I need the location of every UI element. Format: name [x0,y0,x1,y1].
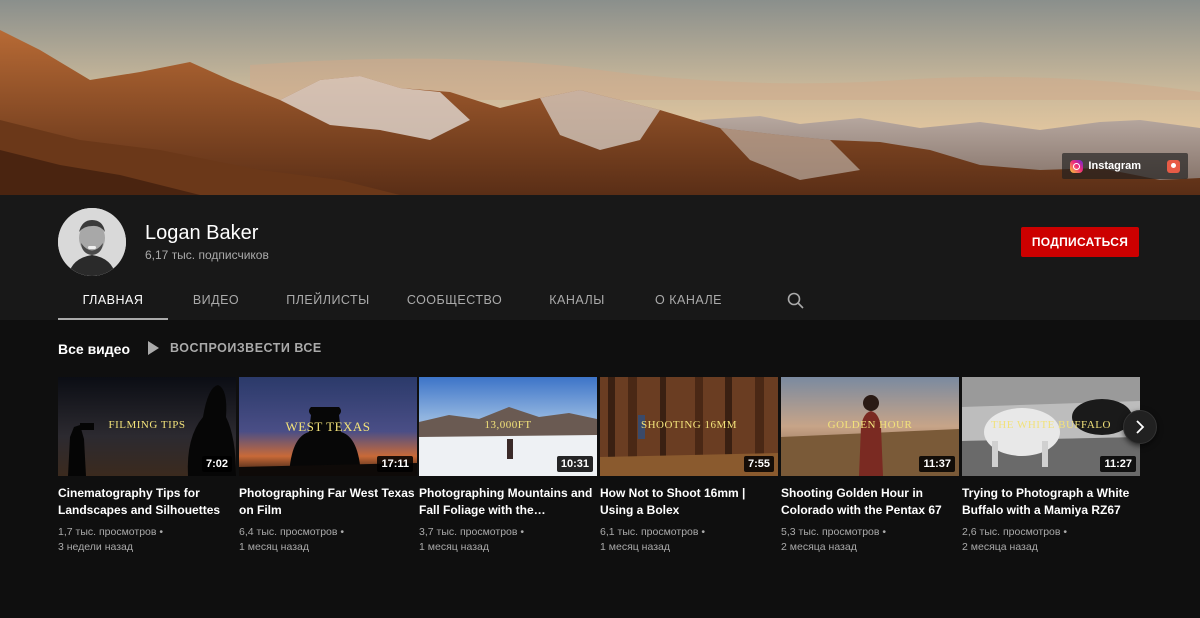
video-card[interactable]: WEST TEXAS 17:11 Photographing Far West … [239,377,417,555]
video-views: 1,7 тыс. просмотров [58,526,157,538]
thumbnail-caption: 13,000FT [484,419,532,431]
video-duration: 11:27 [1100,456,1136,472]
tab-channels[interactable]: КАНАЛЫ [517,283,637,320]
play-all-label: ВОСПРОИЗВЕСТИ ВСЕ [170,341,322,355]
video-meta: 6,1 тыс. просмотров • 1 месяц назад [600,525,778,555]
video-title[interactable]: Cinematography Tips for Landscapes and S… [58,485,236,519]
meta-separator: • [701,526,706,538]
video-thumbnail[interactable]: WEST TEXAS 17:11 [239,377,417,476]
video-card[interactable]: SHOOTING 16MM 7:55 How Not to Shoot 16mm… [600,377,778,555]
thumbnail-caption: SHOOTING 16MM [640,419,738,431]
video-age: 1 месяц назад [419,541,489,553]
meta-separator: • [340,526,345,538]
tab-about[interactable]: О КАНАЛЕ [637,283,740,320]
video-duration: 17:11 [377,456,413,472]
video-views: 6,4 тыс. просмотров [239,526,338,538]
video-age: 1 месяц назад [239,541,309,553]
video-meta: 1,7 тыс. просмотров • 3 недели назад [58,525,236,555]
banner-mountain-image [0,0,1200,195]
meta-separator: • [1063,526,1068,538]
play-all-button[interactable]: ВОСПРОИЗВЕСТИ ВСЕ [146,340,322,356]
search-icon[interactable] [786,291,806,311]
video-meta: 3,7 тыс. просмотров • 1 месяц назад [419,525,597,555]
section-title: Все видео [58,341,131,357]
video-thumbnail[interactable]: SHOOTING 16MM 7:55 [600,377,778,476]
video-card[interactable]: THE WHITE BUFFALO 11:27 Trying to Photog… [962,377,1140,555]
play-icon [148,341,159,355]
video-meta: 6,4 тыс. просмотров • 1 месяц назад [239,525,417,555]
tab-home[interactable]: ГЛАВНАЯ [58,283,168,320]
instagram-link[interactable]: Instagram [1070,159,1141,173]
next-arrow-button[interactable] [1123,410,1157,444]
video-shelf: FILMING TIPS 7:02 Cinematography Tips fo… [58,377,1140,567]
meta-separator: • [882,526,887,538]
video-age: 2 месяца назад [781,541,857,553]
instagram-link-label: Instagram [1088,160,1141,172]
video-age: 1 месяц назад [600,541,670,553]
video-title[interactable]: Trying to Photograph a White Buffalo wit… [962,485,1140,519]
video-duration: 7:55 [743,456,774,472]
video-title[interactable]: Photographing Mountains and Fall Foliage… [419,485,597,519]
video-age: 3 недели назад [58,541,133,553]
video-meta: 5,3 тыс. просмотров • 2 месяца назад [781,525,959,555]
subscriber-count: 6,17 тыс. подписчиков [145,248,269,262]
video-card[interactable]: 13,000FT 10:31 Photographing Mountains a… [419,377,597,555]
video-title[interactable]: Shooting Golden Hour in Colorado with th… [781,485,959,519]
channel-banner: Instagram [0,0,1200,195]
meta-separator: • [520,526,525,538]
avatar[interactable] [58,208,126,276]
video-views: 2,6 тыс. просмотров [962,526,1061,538]
instagram-icon [1070,159,1084,173]
thumbnail-caption: FILMING TIPS [108,419,186,431]
video-duration: 10:31 [556,456,593,472]
video-duration: 11:37 [919,456,955,472]
channel-tabs: ГЛАВНАЯ ВИДЕО ПЛЕЙЛИСТЫ СООБЩЕСТВО КАНАЛ… [58,283,804,320]
tab-community[interactable]: СООБЩЕСТВО [392,283,517,320]
channel-header: Logan Baker 6,17 тыс. подписчиков ПОДПИС… [0,195,1200,320]
video-thumbnail[interactable]: GOLDEN HOUR 11:37 [781,377,959,476]
meta-separator: • [159,526,164,538]
video-views: 3,7 тыс. просмотров [419,526,518,538]
video-title[interactable]: How Not to Shoot 16mm | Using a Bolex [600,485,778,519]
subscribe-button[interactable]: ПОДПИСАТЬСЯ [1021,227,1139,257]
patreon-icon[interactable] [1167,159,1180,173]
video-views: 6,1 тыс. просмотров [600,526,699,538]
video-card[interactable]: FILMING TIPS 7:02 Cinematography Tips fo… [58,377,236,555]
thumbnail-caption: GOLDEN HOUR [827,419,913,431]
video-thumbnail[interactable]: 13,000FT 10:31 [419,377,597,476]
video-thumbnail[interactable]: FILMING TIPS 7:02 [58,377,236,476]
thumbnail-caption: WEST TEXAS [285,419,371,434]
video-title[interactable]: Photographing Far West Texas on Film [239,485,417,519]
video-age: 2 месяца назад [962,541,1038,553]
video-card[interactable]: GOLDEN HOUR 11:37 Shooting Golden Hour i… [781,377,959,555]
thumbnail-caption: THE WHITE BUFFALO [991,419,1111,431]
chevron-right-icon [1136,420,1145,434]
channel-name: Logan Baker [145,222,259,244]
video-thumbnail[interactable]: THE WHITE BUFFALO 11:27 [962,377,1140,476]
tab-videos[interactable]: ВИДЕО [168,283,264,320]
video-duration: 7:02 [201,456,232,472]
video-views: 5,3 тыс. просмотров [781,526,880,538]
video-meta: 2,6 тыс. просмотров • 2 месяца назад [962,525,1140,555]
banner-links: Instagram [1062,153,1188,179]
tab-playlists[interactable]: ПЛЕЙЛИСТЫ [264,283,392,320]
